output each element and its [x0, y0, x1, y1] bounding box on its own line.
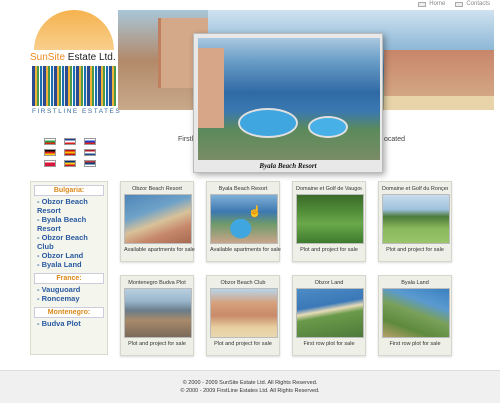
card-image [124, 194, 192, 244]
nav-item-obzor-land[interactable]: Obzor Land [37, 251, 104, 260]
intro-text-fragment-left: Firstl [178, 136, 194, 143]
logo-tagline: FIRSTLINE ESTATES [32, 108, 122, 115]
property-card-roncemay[interactable]: Domaine et Golf du Ronçemay Plot and pro… [378, 181, 452, 262]
property-card-byala-land[interactable]: Byala Land First row plot for sale [378, 275, 452, 356]
popup-caption: Byala Beach Resort [259, 162, 317, 170]
hand-cursor-icon: ☝ [248, 206, 262, 218]
home-icon [418, 1, 427, 7]
poland-flag[interactable] [44, 160, 56, 167]
card-title: Obzor Beach Resort [132, 186, 182, 192]
property-card-budva-plot[interactable]: Montenegro Budva Plot Plot and project f… [120, 275, 194, 356]
nav-item-byala-land[interactable]: Byala Land [37, 260, 104, 269]
nav-item-vauguoard[interactable]: Vauguoard [37, 285, 104, 294]
property-card-obzor-beach-resort[interactable]: Obzor Beach Resort Available apartments … [120, 181, 195, 262]
card-title: Domaine et Golf du Ronçemay [382, 186, 448, 192]
card-description: Plot and project for sale [300, 247, 358, 253]
sidebar-navigation: Bulgaria: Obzor Beach Resort Byala Beach… [30, 181, 108, 355]
card-image [210, 194, 278, 244]
card-description: Plot and project for sale [128, 341, 186, 347]
nav-item-obzor-beach-resort[interactable]: Obzor Beach Resort [37, 197, 104, 215]
card-title: Montenegro Budva Plot [128, 280, 186, 286]
france-list: Vauguoard Roncemay [34, 285, 104, 303]
property-card-byala-beach-resort[interactable]: Byala Beach Resort Available apartments … [206, 181, 281, 262]
card-title: Obzor Beach Club [220, 280, 266, 286]
montenegro-list: Budva Plot [34, 319, 104, 328]
footer: © 2000 - 2009 SunSite Estate Ltd. All Ri… [0, 370, 500, 403]
russia-flag[interactable] [84, 138, 96, 145]
card-description: Available apartments for sale [210, 247, 281, 253]
card-image [382, 194, 450, 244]
group-title-montenegro: Montenegro: [34, 307, 104, 318]
nav-item-roncemay[interactable]: Roncemay [37, 294, 104, 303]
property-card-obzor-beach-club[interactable]: Obzor Beach Club Plot and project for sa… [206, 275, 280, 356]
uk-flag[interactable] [64, 138, 76, 145]
sun-graphic [34, 10, 114, 50]
serbia-flag[interactable] [84, 160, 96, 167]
card-description: Available apartments for sale [124, 247, 195, 253]
image-popup: Byala Beach Resort [193, 33, 383, 173]
copyright-line-2: © 2000 - 2009 FirstLine Estates Ltd. All… [180, 388, 320, 394]
property-card-vaugouard[interactable]: Domaine et Golf de Vaugouard Plot and pr… [292, 181, 366, 262]
envelope-icon [455, 1, 464, 7]
bulgaria-list: Obzor Beach Resort Byala Beach Resort Ob… [34, 197, 104, 269]
card-title: Domaine et Golf de Vaugouard [296, 186, 362, 192]
card-description: Plot and project for sale [386, 247, 444, 253]
card-description: First row plot for sale [389, 341, 441, 347]
nav-item-obzor-beach-club[interactable]: Obzor Beach Club [37, 233, 104, 251]
card-image [296, 288, 364, 338]
card-title: Obzor Land [314, 280, 344, 286]
netherlands-flag[interactable] [84, 149, 96, 156]
card-image [296, 194, 364, 244]
home-link[interactable]: Home [418, 1, 445, 7]
top-links: Home Contacts [418, 1, 490, 7]
copyright-line-1: © 2000 - 2009 SunSite Estate Ltd. All Ri… [182, 380, 318, 386]
group-title-bulgaria: Bulgaria: [34, 185, 104, 196]
group-title-france: France: [34, 273, 104, 284]
nav-item-byala-beach-resort[interactable]: Byala Beach Resort [37, 215, 104, 233]
property-card-obzor-land[interactable]: Obzor Land First row plot for sale [292, 275, 366, 356]
spain-flag[interactable] [64, 149, 76, 156]
bulgaria-flag[interactable] [44, 138, 56, 145]
intro-text-fragment-right: ocated [384, 136, 406, 143]
card-image [382, 288, 450, 338]
nav-item-budva-plot[interactable]: Budva Plot [37, 319, 104, 328]
card-title: Byala Beach Resort [218, 186, 268, 192]
contacts-link[interactable]: Contacts [455, 1, 490, 7]
card-description: First row plot for sale [303, 341, 355, 347]
logo-stripes [32, 66, 116, 106]
logo-name: SunSite Estate Ltd. [30, 52, 116, 63]
site-logo[interactable]: SunSite Estate Ltd. FIRSTLINE ESTATES [30, 10, 122, 116]
popup-resort-image [198, 38, 380, 160]
germany-flag[interactable] [44, 149, 56, 156]
language-flags [44, 138, 104, 167]
romania-flag[interactable] [64, 160, 76, 167]
card-image [210, 288, 278, 338]
card-description: Plot and project for sale [214, 341, 272, 347]
card-image [124, 288, 192, 338]
card-title: Byala Land [401, 280, 429, 286]
